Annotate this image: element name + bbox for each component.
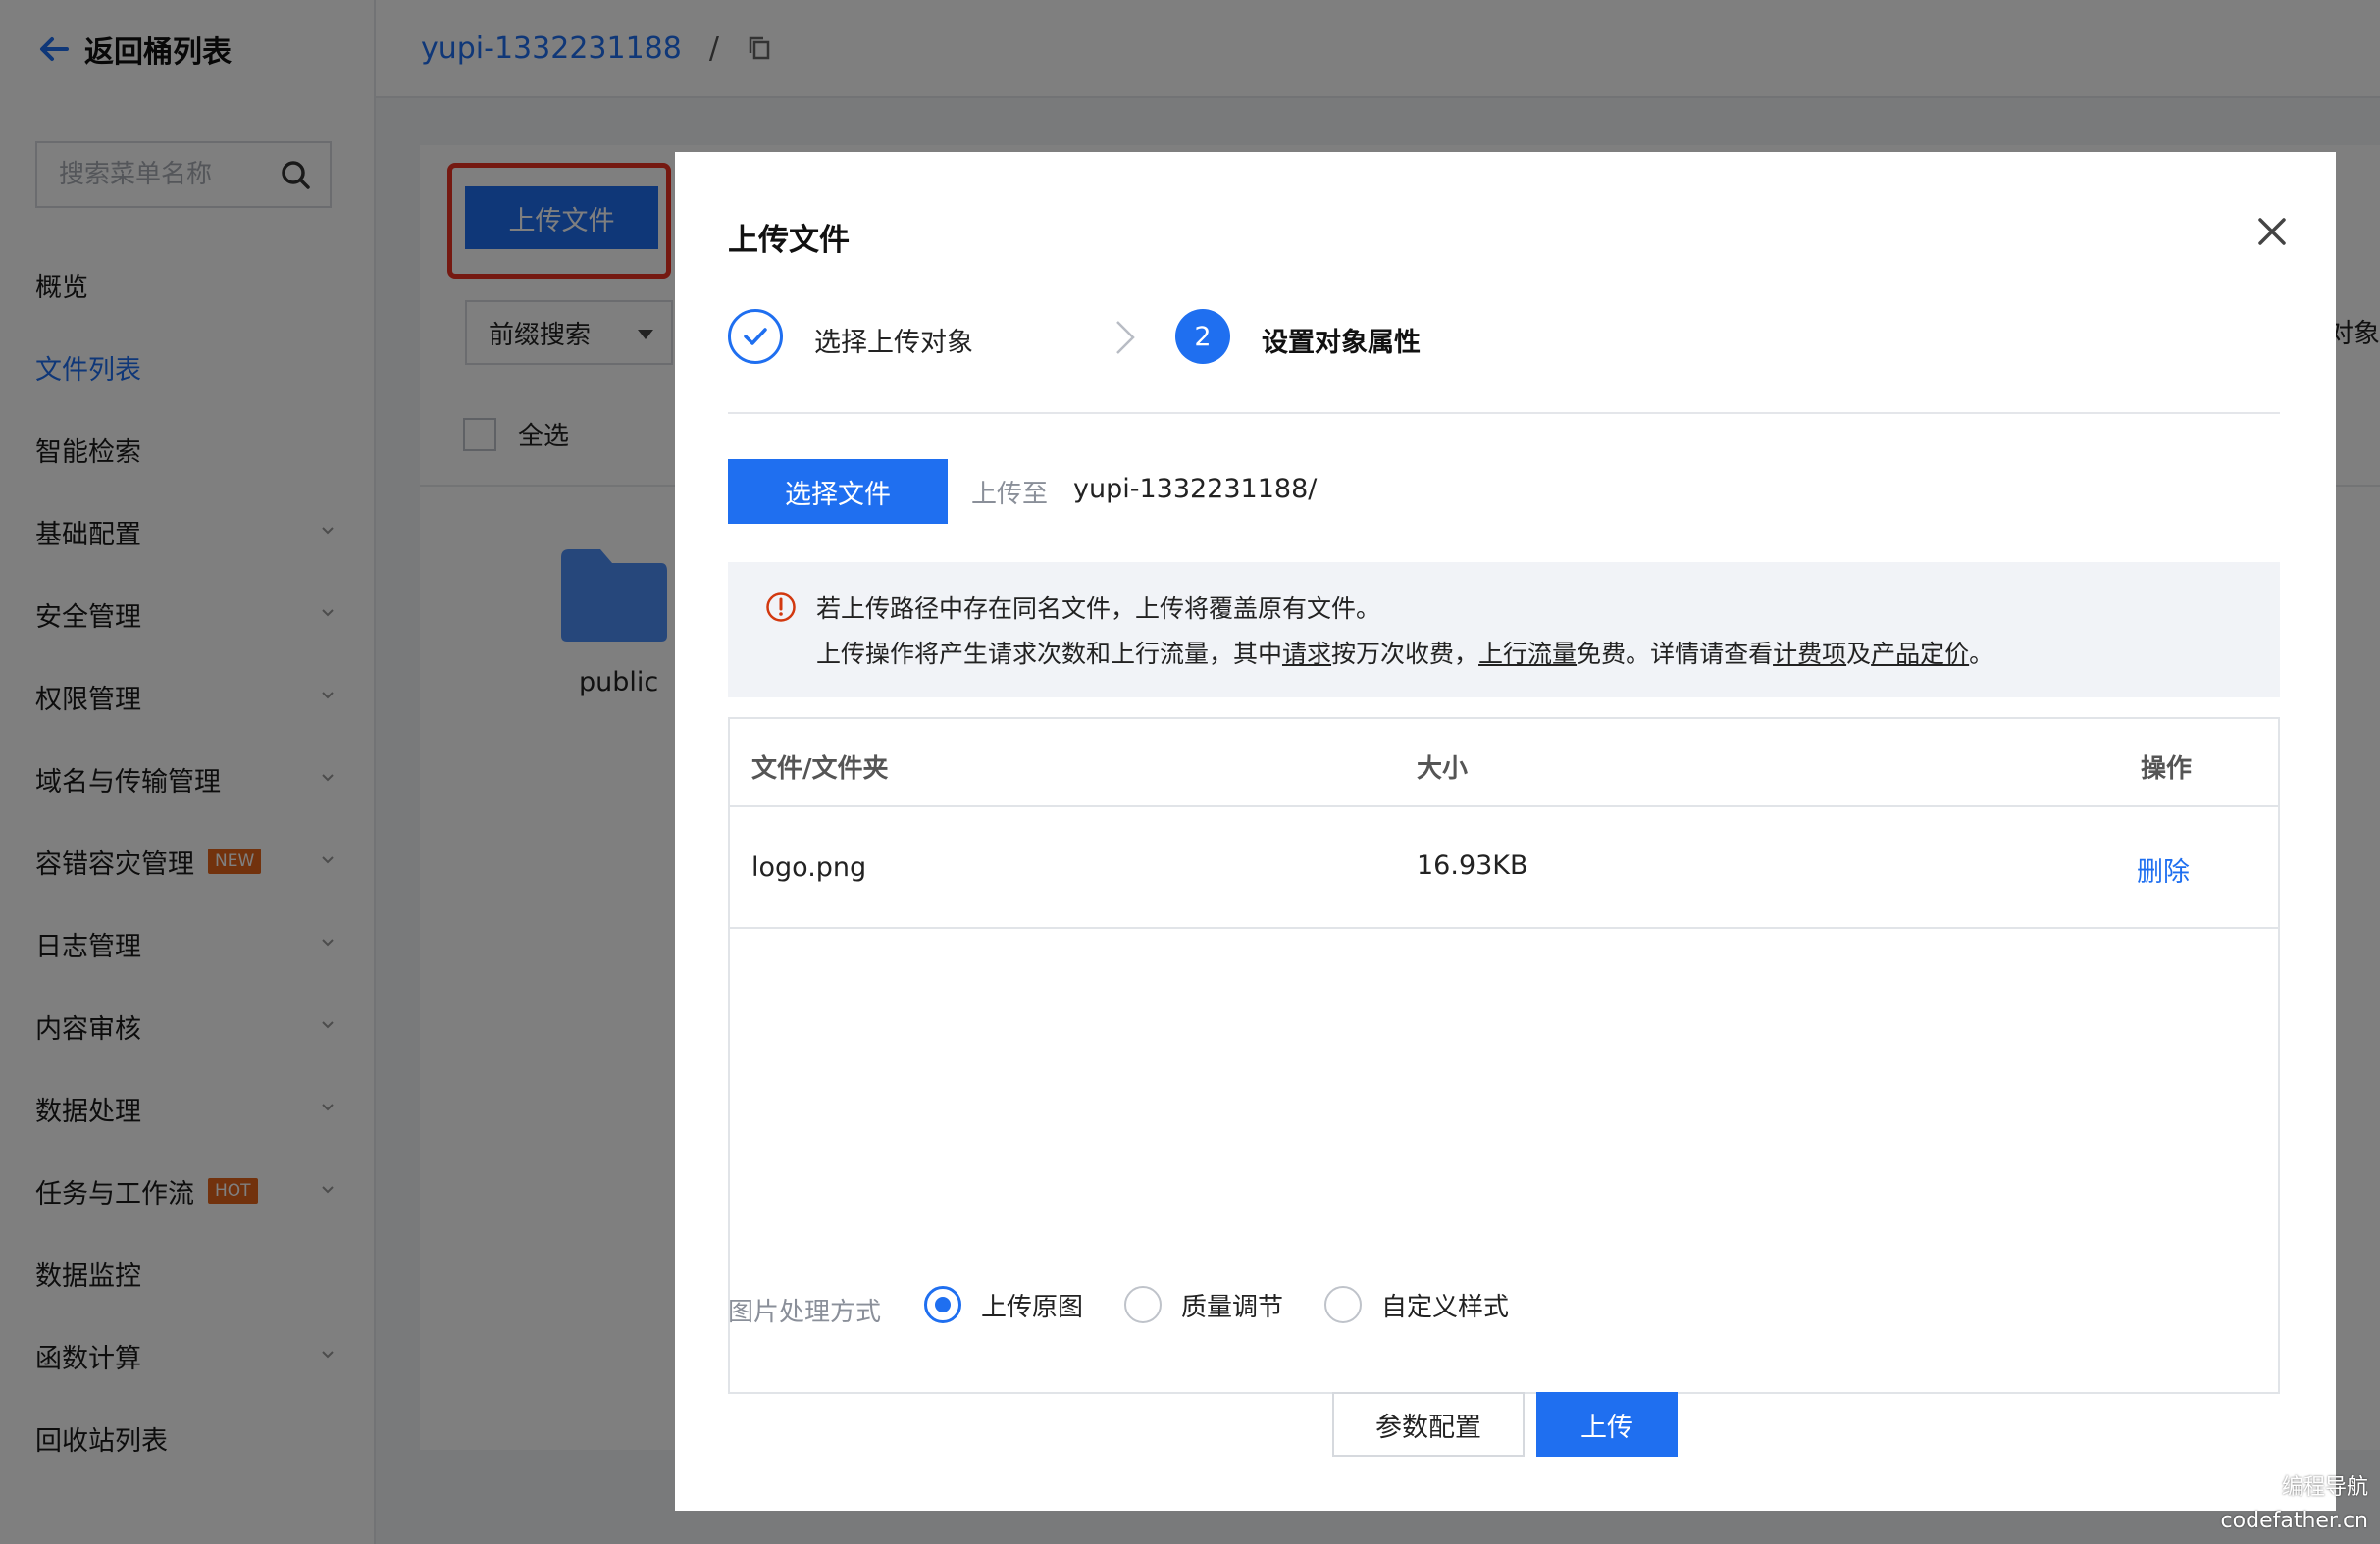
radio-button-checked[interactable] bbox=[924, 1286, 961, 1323]
notice-text: 及 bbox=[1846, 640, 1872, 668]
watermark-line-2: codefather.cn bbox=[2220, 1509, 2368, 1533]
watermark: 编程导航 codefather.cn bbox=[2221, 1471, 2368, 1538]
radio-custom-style[interactable]: 自定义样式 bbox=[1324, 1286, 1509, 1323]
step-1-label: 选择上传对象 bbox=[814, 328, 973, 358]
upload-to-path: yupi-1332231188/ bbox=[1073, 474, 1318, 504]
radio-label: 质量调节 bbox=[1181, 1292, 1284, 1322]
modal-title: 上传文件 bbox=[728, 223, 850, 258]
notice-text: 按万次收费， bbox=[1331, 640, 1479, 668]
image-processing-label: 图片处理方式 bbox=[728, 1298, 882, 1327]
image-processing-options: 图片处理方式 上传原图 质量调节 自定义样式 bbox=[728, 1280, 2280, 1339]
table-header-row: 文件/文件夹 大小 操作 bbox=[730, 719, 2278, 807]
notice-text: 上传操作将产生请求次数和上行流量，其中 bbox=[816, 640, 1283, 668]
radio-label: 自定义样式 bbox=[1381, 1292, 1510, 1322]
product-pricing-link[interactable]: 产品定价 bbox=[1871, 640, 1969, 668]
choose-file-button[interactable]: 选择文件 bbox=[728, 459, 948, 524]
step-2-indicator: 2 bbox=[1175, 309, 1230, 364]
upload-notice: 若上传路径中存在同名文件，上传将覆盖原有文件。 上传操作将产生请求次数和上行流量… bbox=[728, 562, 2280, 697]
billing-items-link[interactable]: 计费项 bbox=[1773, 640, 1846, 668]
delete-file-link[interactable]: 删除 bbox=[2137, 850, 2190, 889]
step-1-indicator bbox=[728, 309, 783, 364]
upload-to-label: 上传至 bbox=[971, 480, 1049, 509]
file-name-cell: logo.png bbox=[751, 852, 867, 883]
notice-text: 免费。详情请查看 bbox=[1577, 640, 1774, 668]
warning-icon bbox=[766, 592, 796, 622]
notice-line-2: 上传操作将产生请求次数和上行流量，其中请求按万次收费，上行流量免费。详情请查看计… bbox=[816, 635, 1993, 670]
watermark-line-1: 编程导航 bbox=[2281, 1475, 2368, 1500]
chevron-right-icon bbox=[1116, 321, 1135, 354]
notice-text: 。 bbox=[1969, 640, 1994, 668]
parameter-config-button[interactable]: 参数配置 bbox=[1332, 1392, 1525, 1457]
file-size-cell: 16.93KB bbox=[1417, 850, 1528, 881]
table-row: logo.png 16.93KB 删除 bbox=[730, 807, 2278, 929]
radio-upload-original[interactable]: 上传原图 bbox=[924, 1286, 1083, 1323]
notice-line-1: 若上传路径中存在同名文件，上传将覆盖原有文件。 bbox=[816, 594, 1381, 623]
request-link[interactable]: 请求 bbox=[1282, 640, 1331, 668]
close-icon[interactable] bbox=[2255, 215, 2289, 248]
radio-quality-adjust[interactable]: 质量调节 bbox=[1124, 1286, 1283, 1323]
column-header-size: 大小 bbox=[1417, 754, 1469, 784]
upload-steps: 选择上传对象 2 设置对象属性 bbox=[728, 309, 2280, 407]
column-header-actions: 操作 bbox=[2141, 754, 2193, 784]
upstream-traffic-link[interactable]: 上行流量 bbox=[1478, 640, 1577, 668]
radio-button[interactable] bbox=[1324, 1286, 1362, 1323]
radio-label: 上传原图 bbox=[981, 1292, 1084, 1322]
steps-divider bbox=[728, 412, 2280, 414]
upload-submit-button[interactable]: 上传 bbox=[1536, 1392, 1678, 1457]
column-header-name: 文件/文件夹 bbox=[751, 754, 889, 784]
step-2-label: 设置对象属性 bbox=[1262, 328, 1421, 358]
check-icon bbox=[744, 328, 767, 345]
radio-button[interactable] bbox=[1124, 1286, 1162, 1323]
upload-file-modal: 上传文件 选择上传对象 2 设置对象属性 选择文件 上传至 yupi-13322… bbox=[675, 152, 2336, 1511]
